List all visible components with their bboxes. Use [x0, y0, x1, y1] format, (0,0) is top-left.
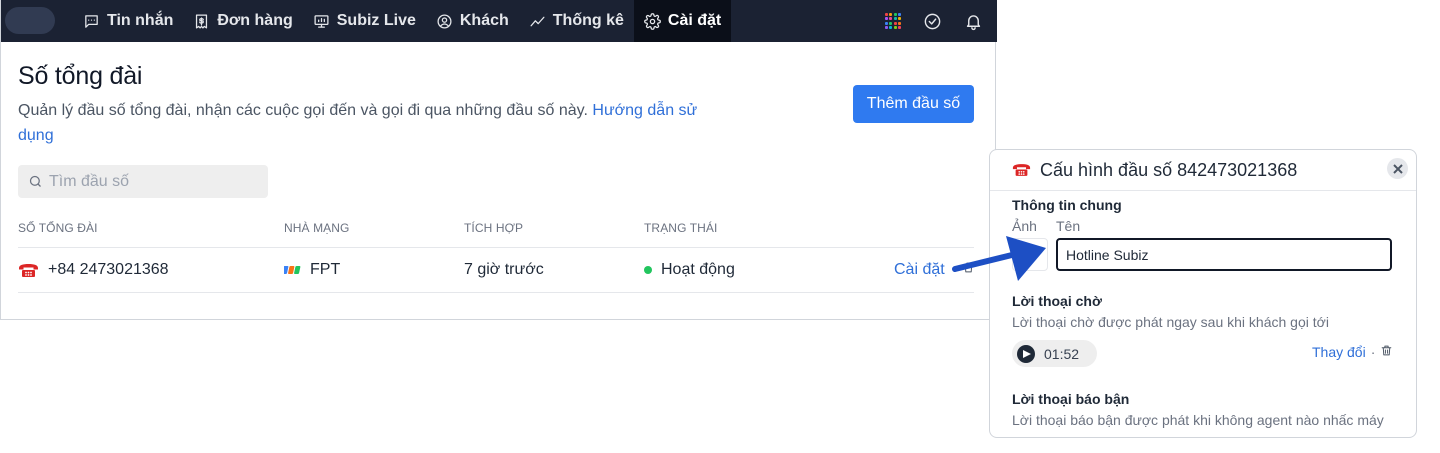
- telephone-icon: [1012, 164, 1031, 176]
- status-text: Hoạt động: [661, 261, 735, 278]
- audio-duration: 01:52: [1044, 345, 1080, 362]
- topbar-actions: [884, 0, 984, 42]
- trash-icon[interactable]: [962, 261, 975, 279]
- search-box[interactable]: [18, 165, 268, 198]
- nav-item-label: Đơn hàng: [217, 12, 293, 29]
- nav-item-label: Khách: [459, 12, 509, 29]
- gear-icon: [644, 12, 661, 30]
- photo-label: Ảnh: [1012, 218, 1037, 234]
- telephone-icon: [19, 263, 38, 277]
- main-window: Tin nhắn Đơn hàng Subiz Live Khách Thống…: [0, 0, 997, 320]
- nav-item-label: Cài đặt: [667, 12, 722, 29]
- name-field[interactable]: [1056, 238, 1392, 271]
- avatar-upload[interactable]: [1012, 238, 1048, 271]
- fpt-logo-icon: [284, 266, 301, 274]
- trash-icon[interactable]: [1380, 344, 1393, 360]
- wait-message-title: Lời thoại chờ: [1012, 293, 1102, 309]
- panel-header: Cấu hình đầu số 842473021368: [990, 150, 1416, 191]
- action-separator: ·: [950, 261, 957, 278]
- nav-item-subiz-live[interactable]: Subiz Live: [303, 0, 426, 42]
- chart-line-icon: [530, 16, 545, 26]
- message-icon: [85, 14, 98, 28]
- busy-message-title: Lời thoại báo bận: [1012, 391, 1130, 407]
- workspace-logo[interactable]: [5, 7, 55, 34]
- column-header-carrier: NHÀ MẠNG: [284, 221, 350, 235]
- check-circle-icon[interactable]: [923, 12, 942, 31]
- play-icon[interactable]: [1017, 344, 1035, 363]
- table-header-divider: [18, 247, 974, 248]
- search-icon: [29, 175, 41, 187]
- name-label: Tên: [1056, 218, 1081, 234]
- integrated-cell: 7 giờ trước: [464, 261, 544, 279]
- nav-item-orders[interactable]: Đơn hàng: [183, 0, 302, 42]
- settings-link[interactable]: Cài đặt: [894, 261, 945, 279]
- column-header-status: TRẠNG THÁI: [644, 221, 718, 235]
- wait-message-actions: Thay đổi ·: [1312, 344, 1393, 360]
- top-navigation-bar: Tin nhắn Đơn hàng Subiz Live Khách Thống…: [1, 0, 997, 42]
- audio-player: 01:52: [1012, 340, 1097, 367]
- column-header-number: SỐ TỔNG ĐÀI: [18, 221, 98, 235]
- page-title: Số tổng đài: [18, 62, 143, 90]
- nav-item-label: Tin nhắn: [107, 12, 174, 29]
- column-header-integrated: TÍCH HỢP: [464, 221, 524, 235]
- general-info-title: Thông tin chung: [1012, 197, 1122, 213]
- main-nav: Tin nhắn Đơn hàng Subiz Live Khách Thống…: [73, 0, 732, 42]
- page-description-text: Quản lý đầu số tổng đài, nhận các cuộc g…: [18, 102, 588, 119]
- number-cell: +84 2473021368: [18, 261, 169, 279]
- search-input[interactable]: [49, 172, 249, 191]
- close-button[interactable]: [1387, 158, 1408, 179]
- apps-grid-icon[interactable]: [884, 12, 901, 30]
- user-circle-icon: [437, 13, 452, 29]
- action-separator: ·: [1370, 344, 1376, 360]
- integrated-time: 7 giờ trước: [464, 261, 544, 278]
- carrier-cell: FPT: [284, 261, 340, 279]
- change-link[interactable]: Thay đổi: [1312, 344, 1366, 360]
- busy-message-description: Lời thoại báo bận được phát khi không ag…: [1012, 412, 1384, 428]
- table-row-divider: [18, 292, 974, 293]
- nav-item-statistics[interactable]: Thống kê: [519, 0, 634, 42]
- status-cell: Hoạt động: [644, 261, 735, 279]
- phone-number: +84 2473021368: [48, 261, 169, 278]
- add-number-button[interactable]: Thêm đầu số: [853, 85, 974, 123]
- close-icon: [1392, 163, 1403, 174]
- app-root: Tin nhắn Đơn hàng Subiz Live Khách Thống…: [0, 0, 1440, 453]
- carrier-name: FPT: [310, 261, 341, 278]
- status-dot-icon: [644, 266, 652, 274]
- panel-title: Cấu hình đầu số 842473021368: [1040, 159, 1298, 180]
- nav-item-customers[interactable]: Khách: [426, 0, 519, 42]
- nav-item-messages[interactable]: Tin nhắn: [73, 0, 183, 42]
- monitor-icon: [314, 14, 329, 28]
- row-actions: Cài đặt ·: [894, 261, 975, 279]
- bell-icon[interactable]: [964, 12, 983, 31]
- receipt-icon: [196, 13, 208, 29]
- number-config-panel: Cấu hình đầu số 842473021368 Thông tin c…: [989, 149, 1417, 438]
- wait-message-description: Lời thoại chờ được phát ngay sau khi khá…: [1012, 314, 1329, 330]
- nav-item-label: Thống kê: [552, 12, 624, 29]
- nav-item-settings[interactable]: Cài đặt: [633, 0, 732, 42]
- page-description: Quản lý đầu số tổng đài, nhận các cuộc g…: [18, 98, 708, 148]
- nav-item-label: Subiz Live: [336, 12, 416, 29]
